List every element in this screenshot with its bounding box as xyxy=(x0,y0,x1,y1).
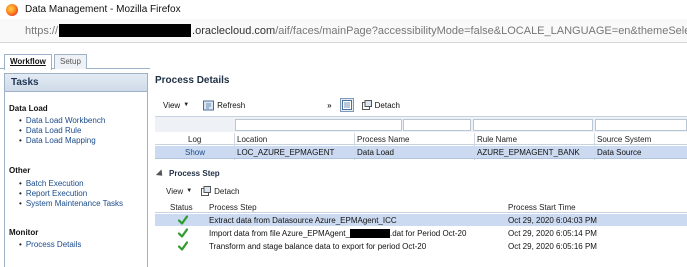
task-report-execution[interactable]: Report Execution xyxy=(19,189,123,199)
cell-process-start-time: Oct 29, 2020 6:05:14 PM xyxy=(508,229,597,238)
step-text-suffix: .dat for Period Oct-20 xyxy=(389,229,467,238)
cell-process-step: Transform and stage balance data to expo… xyxy=(209,242,427,251)
redacted-url-segment xyxy=(59,24,192,37)
show-log-link[interactable]: Show xyxy=(185,148,205,157)
column-header-location[interactable]: Location xyxy=(237,135,267,144)
cell-process-step: Extract data from Datasource Azure_EPMAg… xyxy=(209,216,397,225)
filter-row xyxy=(155,117,687,132)
view-menu[interactable]: View xyxy=(163,101,180,110)
address-bar[interactable]: https:// .oraclecloud.com /aif/faces/mai… xyxy=(0,19,687,43)
step-text-prefix: Import data from file Azure_EPMAgent_ xyxy=(209,229,350,238)
success-check-icon xyxy=(178,215,188,225)
url-prefix: https:// xyxy=(25,24,59,37)
table-row[interactable]: Show LOC_AZURE_EPMAGENT Data Load AZURE_… xyxy=(155,146,687,159)
filter-source-system-input[interactable] xyxy=(595,119,687,131)
process-step-view-menu[interactable]: View xyxy=(166,187,183,196)
column-header-process-step[interactable]: Process Step xyxy=(209,203,257,212)
refresh-icon[interactable] xyxy=(203,100,215,111)
column-header-source-system[interactable]: Source System xyxy=(597,135,651,144)
process-step-section-header[interactable]: Process Step xyxy=(155,168,220,179)
cell-process-start-time: Oct 29, 2020 6:05:16 PM xyxy=(508,242,597,251)
success-check-icon xyxy=(178,228,188,238)
page-title: Process Details xyxy=(155,75,230,86)
other-task-list: Batch Execution Report Execution System … xyxy=(19,179,123,209)
process-step-toolbar: View ▼ Detach xyxy=(155,184,240,198)
freeze-icon xyxy=(341,100,352,110)
column-header-process-start-time[interactable]: Process Start Time xyxy=(508,203,576,212)
column-header-rule-name[interactable]: Rule Name xyxy=(477,135,517,144)
process-step-header-row: Status Process Step Process Start Time xyxy=(155,201,687,213)
url-path: /aif/faces/mainPage?accessibilityMode=fa… xyxy=(275,24,687,37)
section-monitor: Monitor xyxy=(9,228,39,237)
tasks-panel: Tasks Data Load Data Load Workbench Data… xyxy=(4,73,148,267)
success-check-icon xyxy=(178,241,188,251)
window-titlebar: Data Management - Mozilla Firefox xyxy=(0,0,687,19)
collapse-triangle-icon[interactable] xyxy=(155,168,166,179)
column-header-status[interactable]: Status xyxy=(170,203,193,212)
filter-process-name-input[interactable] xyxy=(403,119,471,131)
cell-process-name: Data Load xyxy=(357,148,394,157)
refresh-button[interactable]: Refresh xyxy=(217,101,245,110)
tasks-panel-header: Tasks xyxy=(5,74,147,92)
cell-process-start-time: Oct 29, 2020 6:04:03 PM xyxy=(508,216,597,225)
redacted-text xyxy=(349,229,390,239)
task-data-load-workbench[interactable]: Data Load Workbench xyxy=(19,116,105,126)
url-host: .oraclecloud.com xyxy=(192,24,276,37)
table-row[interactable]: Import data from file Azure_EPMAgent_ .da… xyxy=(155,227,687,239)
cell-source-system: Data Source xyxy=(597,148,642,157)
process-details-toolbar: View ▼ Refresh » Detach xyxy=(155,96,687,114)
column-header-log[interactable]: Log xyxy=(188,135,201,144)
freeze-columns-button[interactable] xyxy=(339,98,354,112)
filter-rule-name-input[interactable] xyxy=(473,119,593,131)
tab-setup[interactable]: Setup xyxy=(54,54,87,69)
cell-rule-name: AZURE_EPMAGENT_BANK xyxy=(477,148,580,157)
cell-process-step: Import data from file Azure_EPMAgent_ .da… xyxy=(209,229,467,239)
data-load-task-list: Data Load Workbench Data Load Rule Data … xyxy=(19,116,105,146)
tab-workflow[interactable]: Workflow xyxy=(4,54,52,70)
task-batch-execution[interactable]: Batch Execution xyxy=(19,179,123,189)
chevron-down-icon[interactable]: ▼ xyxy=(186,188,192,194)
cell-location: LOC_AZURE_EPMAGENT xyxy=(237,148,335,157)
chevron-down-icon[interactable]: ▼ xyxy=(183,102,189,108)
process-details-table: Log Location Process Name Rule Name Sour… xyxy=(155,116,687,160)
toolbar-overflow-button[interactable]: » xyxy=(327,101,331,110)
column-header-process-name[interactable]: Process Name xyxy=(357,135,409,144)
task-data-load-rule[interactable]: Data Load Rule xyxy=(19,126,105,136)
task-process-details[interactable]: Process Details xyxy=(19,240,82,250)
task-data-load-mapping[interactable]: Data Load Mapping xyxy=(19,136,105,146)
main-tab-strip: Workflow Setup xyxy=(0,51,150,70)
firefox-logo-icon xyxy=(6,3,18,16)
table-row[interactable]: Transform and stage balance data to expo… xyxy=(155,240,687,252)
process-step-title: Process Step xyxy=(169,169,220,178)
window-title: Data Management - Mozilla Firefox xyxy=(25,4,181,15)
process-step-detach-button[interactable]: Detach xyxy=(214,187,239,196)
detach-button[interactable]: Detach xyxy=(375,101,400,110)
section-data-load: Data Load xyxy=(9,104,48,113)
detach-icon[interactable] xyxy=(201,186,212,196)
detach-icon[interactable] xyxy=(361,100,372,110)
task-system-maintenance[interactable]: System Maintenance Tasks xyxy=(19,199,123,209)
table-row[interactable]: Extract data from Datasource Azure_EPMAg… xyxy=(155,214,687,226)
url-text[interactable]: https:// .oraclecloud.com /aif/faces/mai… xyxy=(25,24,687,37)
monitor-task-list: Process Details xyxy=(19,240,82,250)
filter-location-input[interactable] xyxy=(235,119,402,131)
section-other: Other xyxy=(9,166,31,175)
